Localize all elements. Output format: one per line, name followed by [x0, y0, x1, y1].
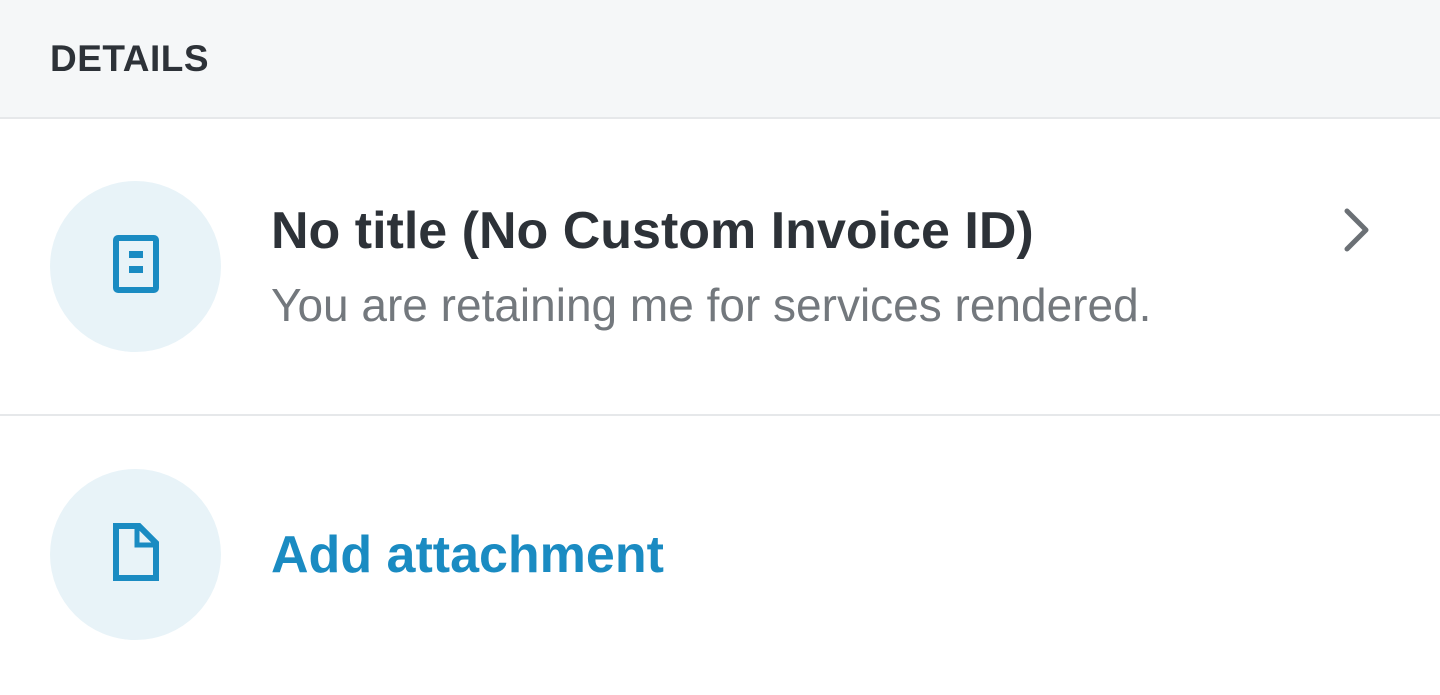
chevron-right-icon[interactable] — [1340, 205, 1374, 255]
invoice-title: No title (No Custom Invoice ID) — [271, 201, 1034, 260]
invoice-document-icon — [112, 235, 159, 298]
attachment-icon-circle — [50, 469, 221, 640]
invoice-icon-circle — [50, 181, 221, 352]
add-attachment-link[interactable]: Add attachment — [271, 525, 664, 585]
file-icon — [112, 523, 159, 586]
invoice-details-panel: DETAILS No title (No Custom Invoice ID) … — [0, 0, 1440, 695]
invoice-title-text: No title (No Custom Invoice ID) You are … — [271, 200, 1151, 334]
invoice-title-row[interactable]: No title (No Custom Invoice ID) You are … — [0, 119, 1440, 416]
details-section-header: DETAILS — [0, 0, 1440, 119]
invoice-description: You are retaining me for services render… — [271, 279, 1152, 332]
section-header-label: DETAILS — [50, 37, 210, 79]
add-attachment-text: Add attachment — [271, 525, 664, 585]
add-attachment-row[interactable]: Add attachment — [0, 416, 1440, 693]
